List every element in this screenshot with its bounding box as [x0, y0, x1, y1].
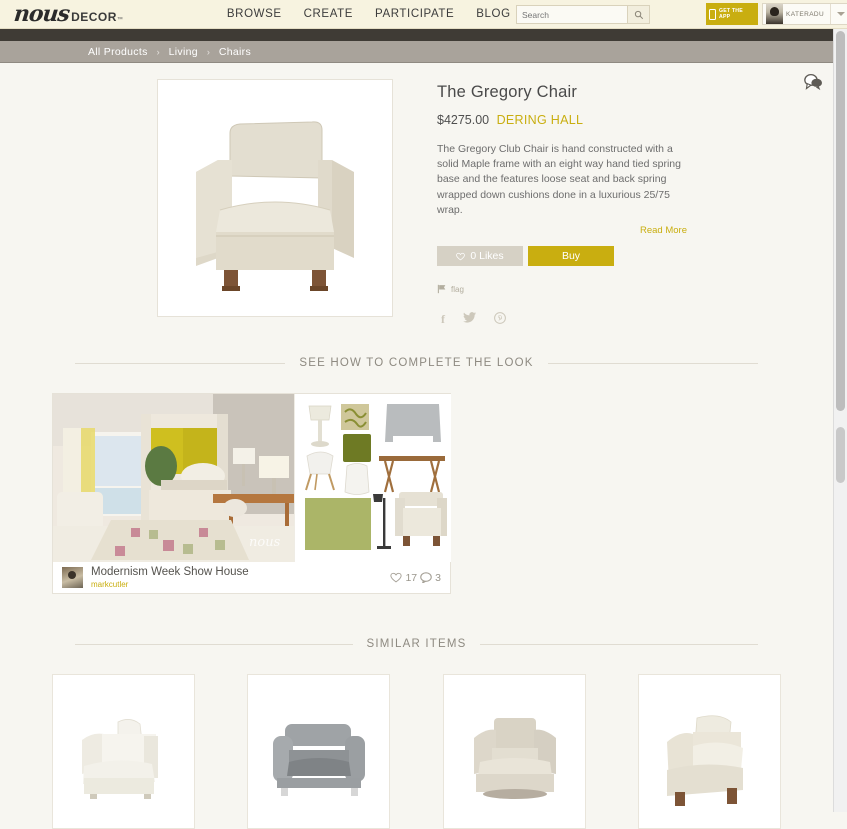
section-title: SEE HOW TO COMPLETE THE LOOK: [299, 357, 534, 370]
avatar: [766, 4, 783, 24]
facebook-icon[interactable]: f: [441, 312, 445, 327]
page-content: The Gregory Chair $4275.00 DERING HALL T…: [0, 63, 833, 829]
search-button[interactable]: [628, 5, 650, 24]
comment-bubble-icon: [420, 572, 432, 584]
username-label: KATERADU: [786, 10, 825, 18]
scrollbar-thumb-secondary[interactable]: [836, 427, 845, 483]
divider-line-left: [75, 362, 286, 364]
breadcrumb-item-living[interactable]: Living: [169, 46, 198, 58]
similar-item-image: [454, 691, 575, 812]
twitter-icon[interactable]: [463, 312, 476, 327]
divider-line-right: [480, 643, 759, 645]
product-price: $4275.00: [437, 113, 490, 127]
svg-text:nous: nous: [249, 535, 281, 550]
collection-author[interactable]: markcutler: [91, 579, 390, 590]
logo-trademark: ™: [116, 17, 123, 23]
mobile-phone-icon: [709, 8, 716, 20]
collection-stats: 17 3: [390, 572, 441, 584]
similar-item-card[interactable]: [442, 674, 586, 829]
breadcrumb-item-chairs[interactable]: Chairs: [219, 46, 251, 58]
heart-outline-icon: [390, 572, 403, 583]
product-description: The Gregory Club Chair is hand construct…: [437, 143, 681, 216]
like-button-label: 0 Likes: [470, 250, 504, 263]
similar-item-image: [258, 691, 379, 812]
breadcrumb-separator: ›: [206, 46, 210, 57]
breadcrumb-separator: ›: [156, 46, 160, 57]
top-navigation-bar: nous DECOR ™ BROWSE CREATE PARTICIPATE B…: [0, 0, 847, 29]
search-icon: [634, 10, 643, 19]
product-image-container[interactable]: [157, 79, 393, 317]
product-brand[interactable]: DERING HALL: [497, 113, 584, 127]
price-line: $4275.00 DERING HALL: [437, 111, 687, 129]
collection-footer: Modernism Week Show House markcutler 17 …: [53, 562, 450, 593]
flag-label: flag: [451, 284, 464, 294]
divider-line-right: [547, 362, 759, 364]
get-the-app-button[interactable]: GET THE APP: [706, 3, 758, 25]
similar-item-card[interactable]: [247, 674, 391, 829]
similar-item-image: [649, 691, 770, 812]
breadcrumb: All Products › Living › Chairs: [88, 46, 251, 58]
social-share-row: f: [437, 312, 687, 327]
collection-room-photo[interactable]: nous: [53, 394, 294, 563]
search-input[interactable]: [516, 5, 628, 24]
similar-item-image: [63, 691, 184, 812]
section-title: SIMILAR ITEMS: [366, 638, 467, 651]
page-title: The Gregory Chair: [437, 83, 578, 101]
user-menu[interactable]: KATERADU: [762, 3, 847, 25]
collection-title[interactable]: Modernism Week Show House: [91, 566, 390, 579]
product-section: The Gregory Chair $4275.00 DERING HALL T…: [0, 63, 833, 327]
collection-author-avatar[interactable]: [62, 567, 83, 589]
breadcrumb-bar: All Products › Living › Chairs: [0, 41, 847, 63]
dark-divider-bar: [0, 29, 847, 41]
logo-decor-text: DECOR: [71, 10, 117, 24]
breadcrumb-item-all-products[interactable]: All Products: [88, 46, 148, 58]
flag-icon: [437, 284, 446, 294]
main-menu: BROWSE CREATE PARTICIPATE BLOG: [227, 8, 511, 20]
chevron-down-icon: [836, 12, 845, 16]
product-info: The Gregory Chair $4275.00 DERING HALL T…: [437, 79, 687, 327]
heart-outline-icon: [456, 252, 466, 260]
pinterest-icon[interactable]: [494, 312, 506, 327]
collection-card[interactable]: nous Modernism Week Show House markcutle…: [52, 393, 451, 595]
section-header-complete-the-look: SEE HOW TO COMPLETE THE LOOK: [75, 357, 759, 370]
logo-script-text: nous: [12, 1, 71, 27]
section-header-similar-items: SIMILAR ITEMS: [75, 638, 759, 651]
collection-names: Modernism Week Show House markcutler: [91, 566, 390, 590]
similar-items-row: [0, 674, 833, 829]
user-dropdown-toggle[interactable]: [830, 4, 847, 24]
nav-item-participate[interactable]: PARTICIPATE: [375, 8, 454, 20]
collection-like-count: 17: [405, 571, 418, 584]
buy-button-label: Buy: [561, 250, 581, 263]
like-button[interactable]: 0 Likes: [437, 246, 523, 267]
read-more-link[interactable]: Read More: [437, 225, 687, 236]
divider-line-left: [75, 643, 353, 645]
product-image: [172, 98, 378, 298]
product-actions: 0 Likes Buy: [437, 246, 687, 267]
site-logo[interactable]: nous DECOR ™: [12, 1, 123, 27]
nav-item-blog[interactable]: BLOG: [476, 8, 510, 20]
search-box: [516, 5, 650, 24]
similar-item-card[interactable]: [637, 674, 781, 829]
collection-mood-board[interactable]: [294, 394, 451, 563]
collection-comment-count: 3: [435, 571, 441, 584]
collection-images: nous: [53, 394, 451, 563]
get-app-line-2: APP: [719, 14, 731, 20]
nav-item-browse[interactable]: BROWSE: [227, 8, 282, 20]
buy-button[interactable]: Buy: [528, 246, 614, 267]
chat-bubble-icon[interactable]: [803, 73, 823, 91]
vertical-scrollbar[interactable]: [833, 29, 847, 812]
scrollbar-thumb[interactable]: [836, 31, 845, 411]
nav-item-create[interactable]: CREATE: [304, 8, 353, 20]
similar-item-card[interactable]: [52, 674, 195, 829]
flag-link[interactable]: flag: [437, 284, 687, 294]
